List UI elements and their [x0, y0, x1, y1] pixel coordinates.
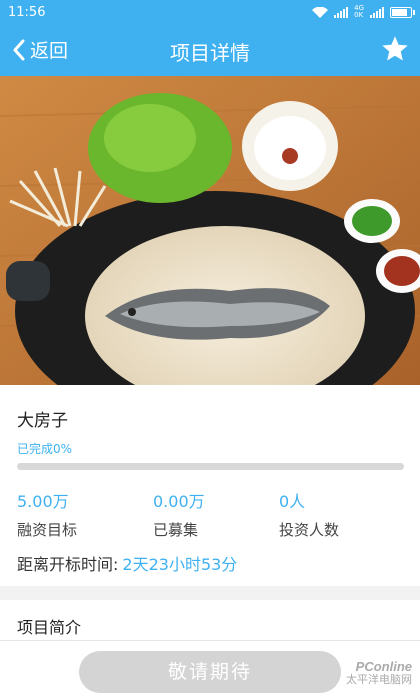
- star-icon[interactable]: [380, 34, 410, 64]
- stat-funding-goal: 5.00万 融资目标: [17, 488, 77, 540]
- progress-label: 已完成0%: [17, 442, 73, 456]
- stat-value: 5.00万: [17, 492, 69, 511]
- intro-title: 项目简介: [17, 618, 82, 637]
- wifi-icon: [312, 6, 329, 18]
- battery-icon: [390, 6, 415, 18]
- status-icons: 4G 0K: [312, 4, 415, 19]
- signal-icon-2: [370, 6, 384, 18]
- watermark-logo: PConline 太平洋电脑网: [346, 659, 412, 686]
- page-title: 项目详情: [170, 41, 250, 65]
- project-info-card: 大房子 已完成0% 5.00万 融资目标 0.00万 已募集 0人 投资人数 距…: [0, 385, 420, 586]
- project-name: 大房子: [17, 411, 68, 431]
- stat-investors: 0人 投资人数: [279, 488, 339, 540]
- network-type: 4G 0K: [354, 4, 364, 19]
- stat-label: 已募集: [153, 521, 199, 539]
- progress-bar: [17, 463, 404, 470]
- signal-icon: [334, 6, 349, 18]
- status-bar: 11:56 4G 0K: [0, 0, 420, 24]
- deadline: 距离开标时间: 2天23小时53分: [17, 551, 237, 575]
- deadline-value: 2天23小时53分: [122, 555, 238, 574]
- fish-hotpot-photo: [0, 76, 420, 385]
- stat-label: 融资目标: [17, 521, 78, 539]
- stat-raised: 0.00万 已募集: [153, 488, 205, 540]
- status-time: 11:56: [8, 4, 46, 20]
- coming-soon-button[interactable]: 敬请期待: [79, 651, 341, 693]
- nav-bar: 返回 项目详情: [0, 24, 420, 76]
- stat-label: 投资人数: [279, 521, 340, 539]
- project-image: [0, 76, 420, 385]
- stat-value: 0.00万: [153, 492, 205, 511]
- bottom-bar: 敬请期待 PConline 太平洋电脑网: [0, 640, 420, 700]
- deadline-label: 距离开标时间:: [17, 555, 119, 574]
- stat-value: 0人: [279, 492, 306, 511]
